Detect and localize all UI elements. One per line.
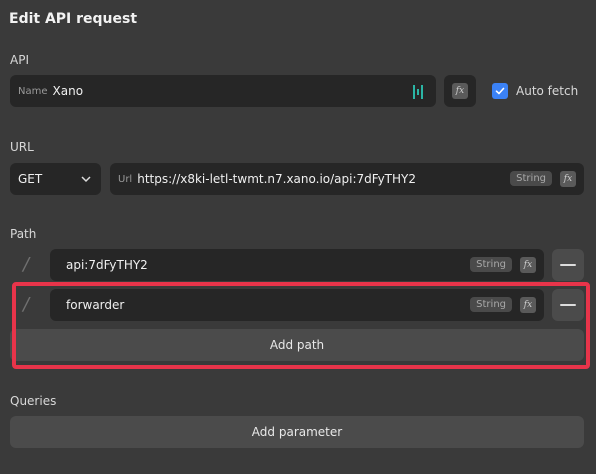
url-section-label: URL [10, 140, 34, 154]
remove-path-button[interactable] [552, 249, 584, 281]
xano-icon [413, 84, 423, 99]
url-label: Url [118, 173, 133, 185]
highlight-box [12, 282, 590, 369]
path-section-label: Path [10, 227, 37, 241]
auto-fetch-label: Auto fetch [516, 84, 579, 98]
function-icon[interactable]: fx [520, 257, 536, 273]
method-value: GET [18, 172, 43, 186]
api-name-label: Name [18, 85, 48, 97]
queries-section-label: Queries [10, 394, 57, 408]
path-type-badge: String [470, 257, 512, 272]
minus-icon [560, 264, 576, 266]
function-icon: fx [452, 83, 468, 99]
path-segment-value: api:7dFyTHY2 [66, 258, 148, 272]
api-name-field[interactable]: Name Xano [10, 75, 436, 107]
url-value: https://x8ki-letl-twmt.n7.xano.io/api:7d… [137, 172, 416, 186]
checkmark-icon [495, 87, 505, 95]
auto-fetch-toggle[interactable]: Auto fetch [492, 83, 578, 99]
panel-title: Edit API request [9, 11, 138, 27]
add-parameter-button[interactable]: Add parameter [10, 416, 584, 448]
api-fx-button[interactable]: fx [444, 75, 476, 107]
path-segment-field[interactable]: api:7dFyTHY2 String fx [50, 249, 544, 281]
api-section-label: API [10, 53, 29, 67]
auto-fetch-checkbox[interactable] [492, 83, 508, 99]
path-separator: / [23, 254, 30, 275]
url-field[interactable]: Url https://x8ki-letl-twmt.n7.xano.io/ap… [110, 163, 584, 195]
url-type-badge: String [510, 171, 552, 186]
method-select[interactable]: GET [10, 163, 101, 195]
chevron-down-icon [81, 176, 91, 183]
function-icon[interactable]: fx [560, 171, 576, 187]
api-name-value: Xano [52, 84, 84, 98]
